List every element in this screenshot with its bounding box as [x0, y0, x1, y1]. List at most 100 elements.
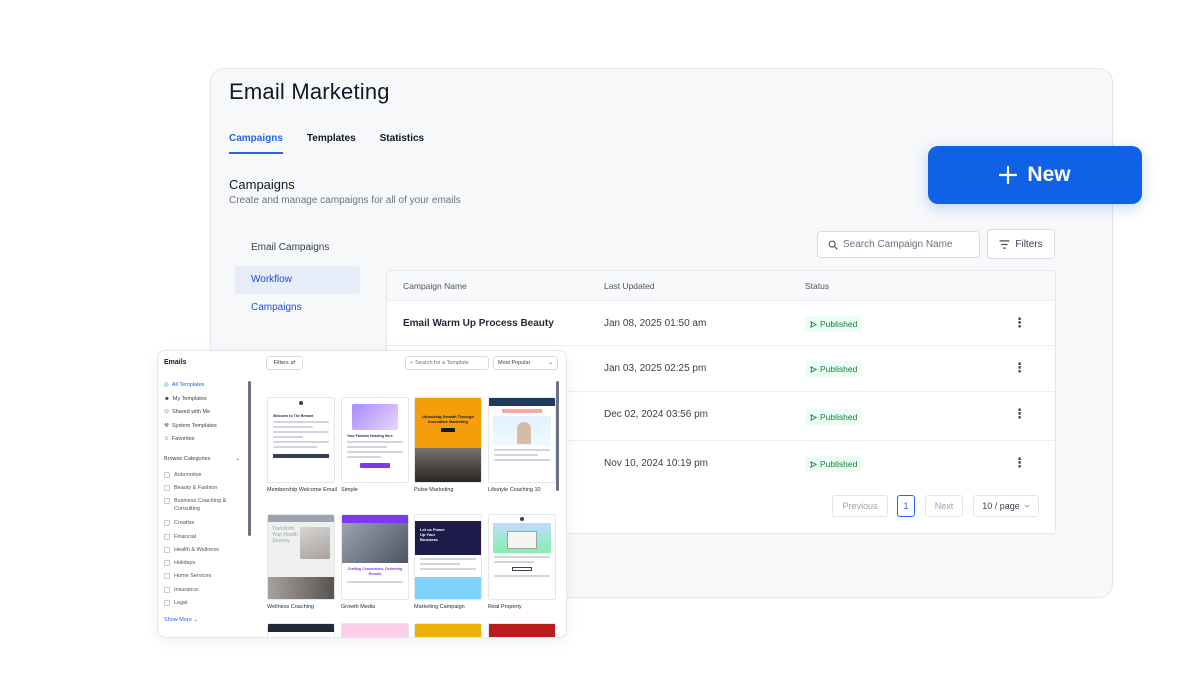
last-updated: Dec 02, 2024 03:56 pm [604, 409, 708, 420]
template-name: Pulse Marketing [414, 487, 454, 493]
checkbox[interactable] [164, 520, 170, 526]
users-icon: ⚇ [164, 409, 169, 415]
row-menu-icon[interactable]: ⋮ [1013, 360, 1026, 376]
sidebar-scrollbar[interactable] [248, 381, 251, 536]
template-name: Marketing Campaign [414, 604, 465, 610]
page-1-button[interactable]: 1 [897, 495, 915, 517]
filter-icon [999, 239, 1010, 249]
table-row[interactable]: Email Warm Up Process Beauty Jan 08, 202… [387, 301, 1055, 346]
search-icon: ⌕ [410, 359, 414, 366]
row-menu-icon[interactable]: ⋮ [1013, 406, 1026, 422]
grid-icon: ◎ [164, 382, 169, 388]
template-card[interactable] [414, 623, 482, 637]
column-header-status: Status [805, 281, 830, 291]
template-card[interactable] [267, 623, 335, 637]
checkbox[interactable] [164, 547, 170, 553]
template-card-growth-media[interactable]: Crafting Connections, Delivering Results [341, 514, 409, 600]
tab-campaigns[interactable]: Campaigns [229, 133, 283, 154]
grid-scrollbar[interactable] [556, 381, 559, 491]
previous-page-button[interactable]: Previous [832, 495, 888, 517]
template-card-pulse-marketing[interactable]: Unlocking Growth Through Innovative Mark… [414, 397, 482, 483]
row-menu-icon[interactable]: ⋮ [1013, 455, 1026, 471]
nav-shared-with-me[interactable]: ⚇ Shared with Me [164, 409, 210, 415]
category-legal[interactable]: Legal [164, 599, 244, 607]
template-name: Lifestyle Coaching 10 [488, 487, 541, 493]
nav-favorites[interactable]: ☆ Favorites [164, 436, 195, 442]
page-size-select[interactable]: 10 / page [973, 495, 1039, 517]
column-header-name: Campaign Name [403, 281, 467, 291]
nav-system-templates[interactable]: ⚒ System Templates [164, 423, 217, 429]
send-icon [810, 460, 817, 468]
status-badge: Published [805, 456, 863, 472]
picker-title: Emails [164, 359, 187, 366]
categories-heading[interactable]: Browse Categories ⌄ [164, 456, 240, 462]
picker-filters-button[interactable]: Filters ⇄ [266, 356, 303, 370]
column-header-updated: Last Updated [604, 281, 655, 291]
sort-select[interactable]: Most Popular ⌄ [493, 356, 558, 370]
status-badge: Published [805, 316, 863, 332]
swap-icon: ⇄ [290, 360, 296, 366]
row-menu-icon[interactable]: ⋮ [1013, 315, 1026, 331]
category-insurance[interactable]: Insurance [164, 586, 244, 594]
chevron-down-icon [1024, 504, 1030, 508]
checkbox[interactable] [164, 573, 170, 579]
table-header: Campaign Name Last Updated Status [387, 271, 1055, 301]
template-name: Wellness Coaching [267, 604, 314, 610]
checkbox[interactable] [164, 472, 170, 478]
category-beauty-fashion[interactable]: Beauty & Fashion [164, 484, 244, 492]
category-financial[interactable]: Financial [164, 533, 244, 541]
send-icon [810, 365, 817, 373]
checkbox[interactable] [164, 534, 170, 540]
campaign-name: Email Warm Up Process Beauty [403, 318, 554, 329]
search-input[interactable] [843, 239, 973, 250]
category-health-wellness[interactable]: Health & Wellness [164, 546, 244, 554]
user-icon: ☻ [164, 396, 170, 402]
plus-icon [999, 166, 1018, 184]
filters-button[interactable]: Filters [987, 229, 1055, 259]
last-updated: Jan 08, 2025 01:50 am [604, 318, 707, 329]
template-name: Membership Welcome Email [267, 487, 337, 493]
status-badge: Published [805, 361, 863, 377]
template-card-simple[interactable]: Your Fashion Heading Here [341, 397, 409, 483]
category-automotive[interactable]: Automotive [164, 471, 244, 479]
checkbox[interactable] [164, 498, 170, 504]
next-page-button[interactable]: Next [925, 495, 963, 517]
show-more-link[interactable]: Show More ⌄ [164, 617, 198, 623]
last-updated: Jan 03, 2025 02:25 pm [604, 363, 707, 374]
sidebar-item-workflow-campaigns[interactable]: Workflow Campaigns [235, 266, 360, 313]
checkbox[interactable] [164, 600, 170, 606]
category-home-services[interactable]: Home Services [164, 572, 244, 580]
category-creative[interactable]: Creative [164, 519, 244, 527]
chevron-down-icon: ⌄ [191, 617, 198, 623]
filters-label: Filters [1015, 238, 1043, 250]
checkbox[interactable] [164, 485, 170, 491]
template-card-real-property[interactable] [488, 514, 556, 600]
star-icon: ☆ [164, 436, 169, 442]
template-card-marketing-campaign[interactable]: Let us Power Up Your Business [414, 514, 482, 600]
tab-bar: Campaigns Templates Statistics [229, 133, 448, 154]
checkbox[interactable] [164, 587, 170, 593]
template-name: Real Property [488, 604, 522, 610]
search-icon [828, 240, 838, 250]
nav-my-templates[interactable]: ☻ My Templates [164, 396, 207, 402]
tab-statistics[interactable]: Statistics [380, 133, 424, 154]
template-card-wellness-coaching[interactable]: Transform Your Health Journey [267, 514, 335, 600]
template-search[interactable]: ⌕ Search for a Template [405, 356, 489, 370]
section-subtitle: Create and manage campaigns for all of y… [229, 195, 461, 206]
section-title: Campaigns [229, 177, 295, 192]
template-card[interactable] [341, 623, 409, 637]
chevron-down-icon: ⌄ [235, 456, 240, 462]
template-card-membership-welcome[interactable]: Welcome to The Reward [267, 397, 335, 483]
checkbox[interactable] [164, 560, 170, 566]
sidebar-item-email-campaigns[interactable]: Email Campaigns [235, 234, 360, 262]
category-business-coaching[interactable]: Business Coaching & Consulting [164, 497, 244, 513]
template-card-lifestyle-coaching[interactable] [488, 397, 556, 483]
nav-all-templates[interactable]: ◎ All Templates [164, 382, 204, 388]
send-icon [810, 413, 817, 421]
tab-templates[interactable]: Templates [307, 133, 356, 154]
category-holidays[interactable]: Holidays [164, 559, 244, 567]
template-card[interactable] [488, 623, 556, 637]
last-updated: Nov 10, 2024 10:19 pm [604, 458, 708, 469]
wrench-icon: ⚒ [164, 423, 169, 429]
new-campaign-button[interactable]: New [928, 146, 1142, 204]
